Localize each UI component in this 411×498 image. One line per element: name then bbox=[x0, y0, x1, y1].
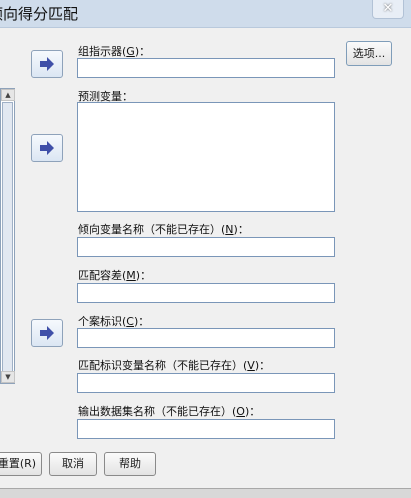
arrow-right-icon bbox=[40, 326, 54, 340]
options-button[interactable]: 选项... bbox=[346, 41, 392, 66]
match-id-variable-field[interactable] bbox=[77, 373, 335, 393]
title-bar: 倾向得分匹配 ✕ bbox=[0, 0, 411, 28]
group-indicator-label: 组指示器(G)： bbox=[78, 45, 151, 58]
move-to-case-id-button[interactable] bbox=[31, 319, 63, 347]
propensity-variable-field[interactable] bbox=[77, 237, 335, 257]
move-to-predictors-button[interactable] bbox=[31, 134, 63, 162]
output-dataset-field[interactable] bbox=[77, 419, 335, 439]
match-tolerance-label: 匹配容差(M)： bbox=[78, 269, 152, 282]
help-button[interactable]: 帮助 bbox=[104, 452, 156, 476]
move-to-group-indicator-button[interactable] bbox=[31, 50, 63, 78]
propensity-variable-label: 倾向变量名称（不能已存在）(N)： bbox=[78, 223, 249, 236]
group-indicator-field[interactable] bbox=[77, 58, 335, 78]
arrow-right-icon bbox=[40, 57, 54, 71]
source-variable-list[interactable]: ▲ ▼ bbox=[0, 88, 15, 384]
arrow-right-icon bbox=[40, 141, 54, 155]
close-button[interactable]: ✕ bbox=[372, 0, 404, 19]
scroll-down-icon[interactable]: ▼ bbox=[1, 371, 15, 383]
scroll-up-icon[interactable]: ▲ bbox=[1, 89, 15, 101]
predictors-list[interactable] bbox=[77, 102, 335, 212]
output-dataset-label: 输出数据集名称（不能已存在）(O)： bbox=[78, 405, 261, 418]
case-id-field[interactable] bbox=[77, 328, 335, 348]
match-tolerance-field[interactable] bbox=[77, 283, 335, 303]
match-id-variable-label: 匹配标识变量名称（不能已存在）(V)： bbox=[78, 359, 271, 372]
window-title: 倾向得分匹配 bbox=[0, 5, 79, 23]
reset-button[interactable]: 重置(R) bbox=[0, 452, 42, 476]
cancel-button[interactable]: 取消 bbox=[49, 452, 97, 476]
scrollbar-thumb[interactable] bbox=[2, 102, 13, 372]
close-icon: ✕ bbox=[382, 1, 394, 16]
case-id-label: 个案标识(C)： bbox=[78, 315, 150, 328]
